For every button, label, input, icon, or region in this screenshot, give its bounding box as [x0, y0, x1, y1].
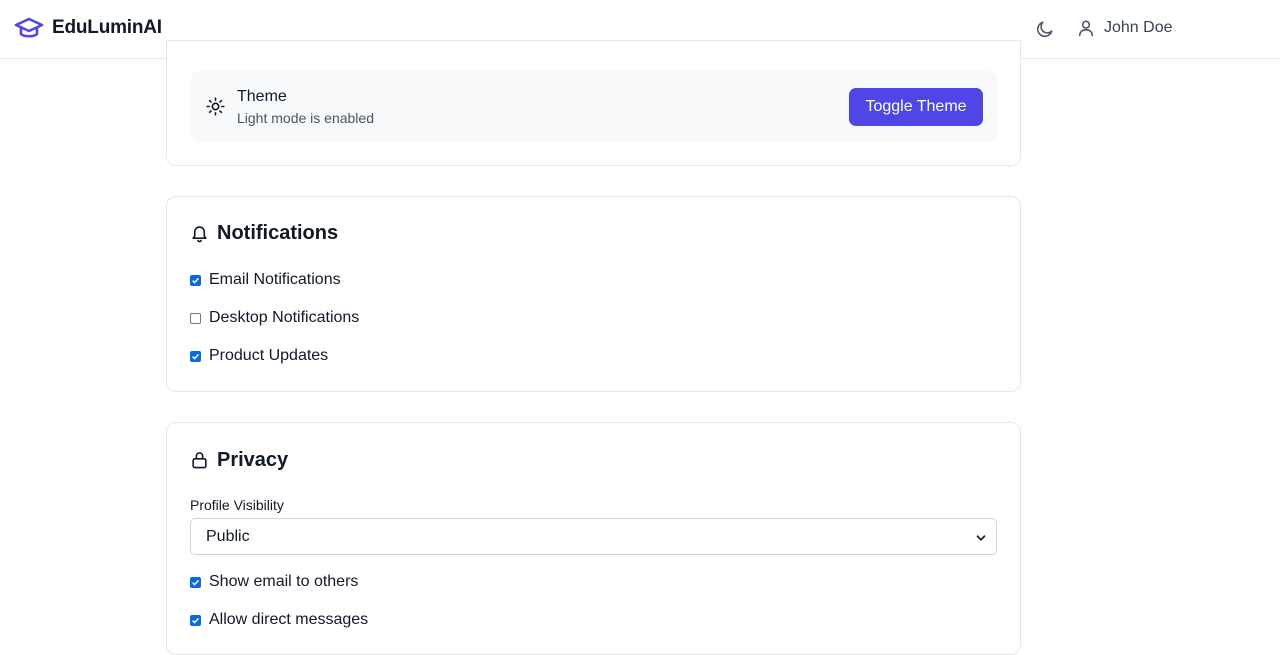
brand[interactable]: EduLuminAI [14, 14, 162, 42]
theme-title: Theme [237, 88, 287, 105]
check-icon [192, 277, 200, 284]
email-notifications-checkbox[interactable] [190, 274, 201, 286]
show-email-checkbox[interactable] [190, 576, 201, 588]
product-updates-checkbox[interactable] [190, 350, 201, 362]
notifications-heading: Notifications [190, 219, 338, 247]
toggle-theme-button[interactable]: Toggle Theme [849, 88, 983, 126]
show-email-label: Show email to others [209, 573, 359, 590]
profile-visibility-select[interactable]: Public [190, 518, 997, 555]
user-name: John Doe [1104, 19, 1173, 36]
bell-icon [192, 226, 207, 243]
chevron-down-icon [976, 535, 986, 541]
lock-icon [192, 452, 207, 469]
brand-name: EduLuminAI [52, 17, 162, 38]
moon-icon [1037, 21, 1053, 37]
appearance-card: Theme Light mode is enabled Toggle Theme [166, 40, 1021, 166]
theme-status: Light mode is enabled [237, 110, 374, 126]
allow-messages-label: Allow direct messages [209, 611, 369, 628]
check-icon [192, 579, 200, 586]
allow-messages-option[interactable]: Allow direct messages [190, 610, 368, 630]
check-icon [192, 353, 200, 360]
theme-setting: Theme Light mode is enabled Toggle Theme [191, 71, 997, 142]
desktop-notifications-option[interactable]: Desktop Notifications [190, 308, 359, 328]
profile-visibility-label: Profile Visibility [190, 497, 284, 513]
allow-messages-checkbox[interactable] [190, 614, 201, 626]
desktop-notifications-label: Desktop Notifications [209, 309, 360, 326]
notifications-title: Notifications [217, 221, 339, 244]
dark-mode-toggle[interactable] [1033, 17, 1057, 41]
email-notifications-option[interactable]: Email Notifications [190, 270, 341, 290]
check-icon [192, 617, 200, 624]
product-updates-option[interactable]: Product Updates [190, 346, 328, 366]
user-icon [1078, 20, 1094, 37]
notifications-card: Notifications Email Notifications Deskto… [166, 196, 1021, 392]
sun-icon [206, 97, 225, 116]
privacy-card: Privacy Profile Visibility Public Show e… [166, 422, 1021, 655]
graduation-cap-icon [14, 17, 44, 38]
desktop-notifications-checkbox[interactable] [190, 312, 201, 324]
profile-visibility-value: Public [206, 527, 250, 545]
show-email-option[interactable]: Show email to others [190, 572, 358, 592]
user-menu[interactable]: John Doe [1076, 16, 1173, 40]
privacy-heading: Privacy [190, 446, 288, 474]
privacy-title: Privacy [217, 448, 289, 471]
product-updates-label: Product Updates [209, 347, 329, 364]
email-notifications-label: Email Notifications [209, 271, 341, 288]
